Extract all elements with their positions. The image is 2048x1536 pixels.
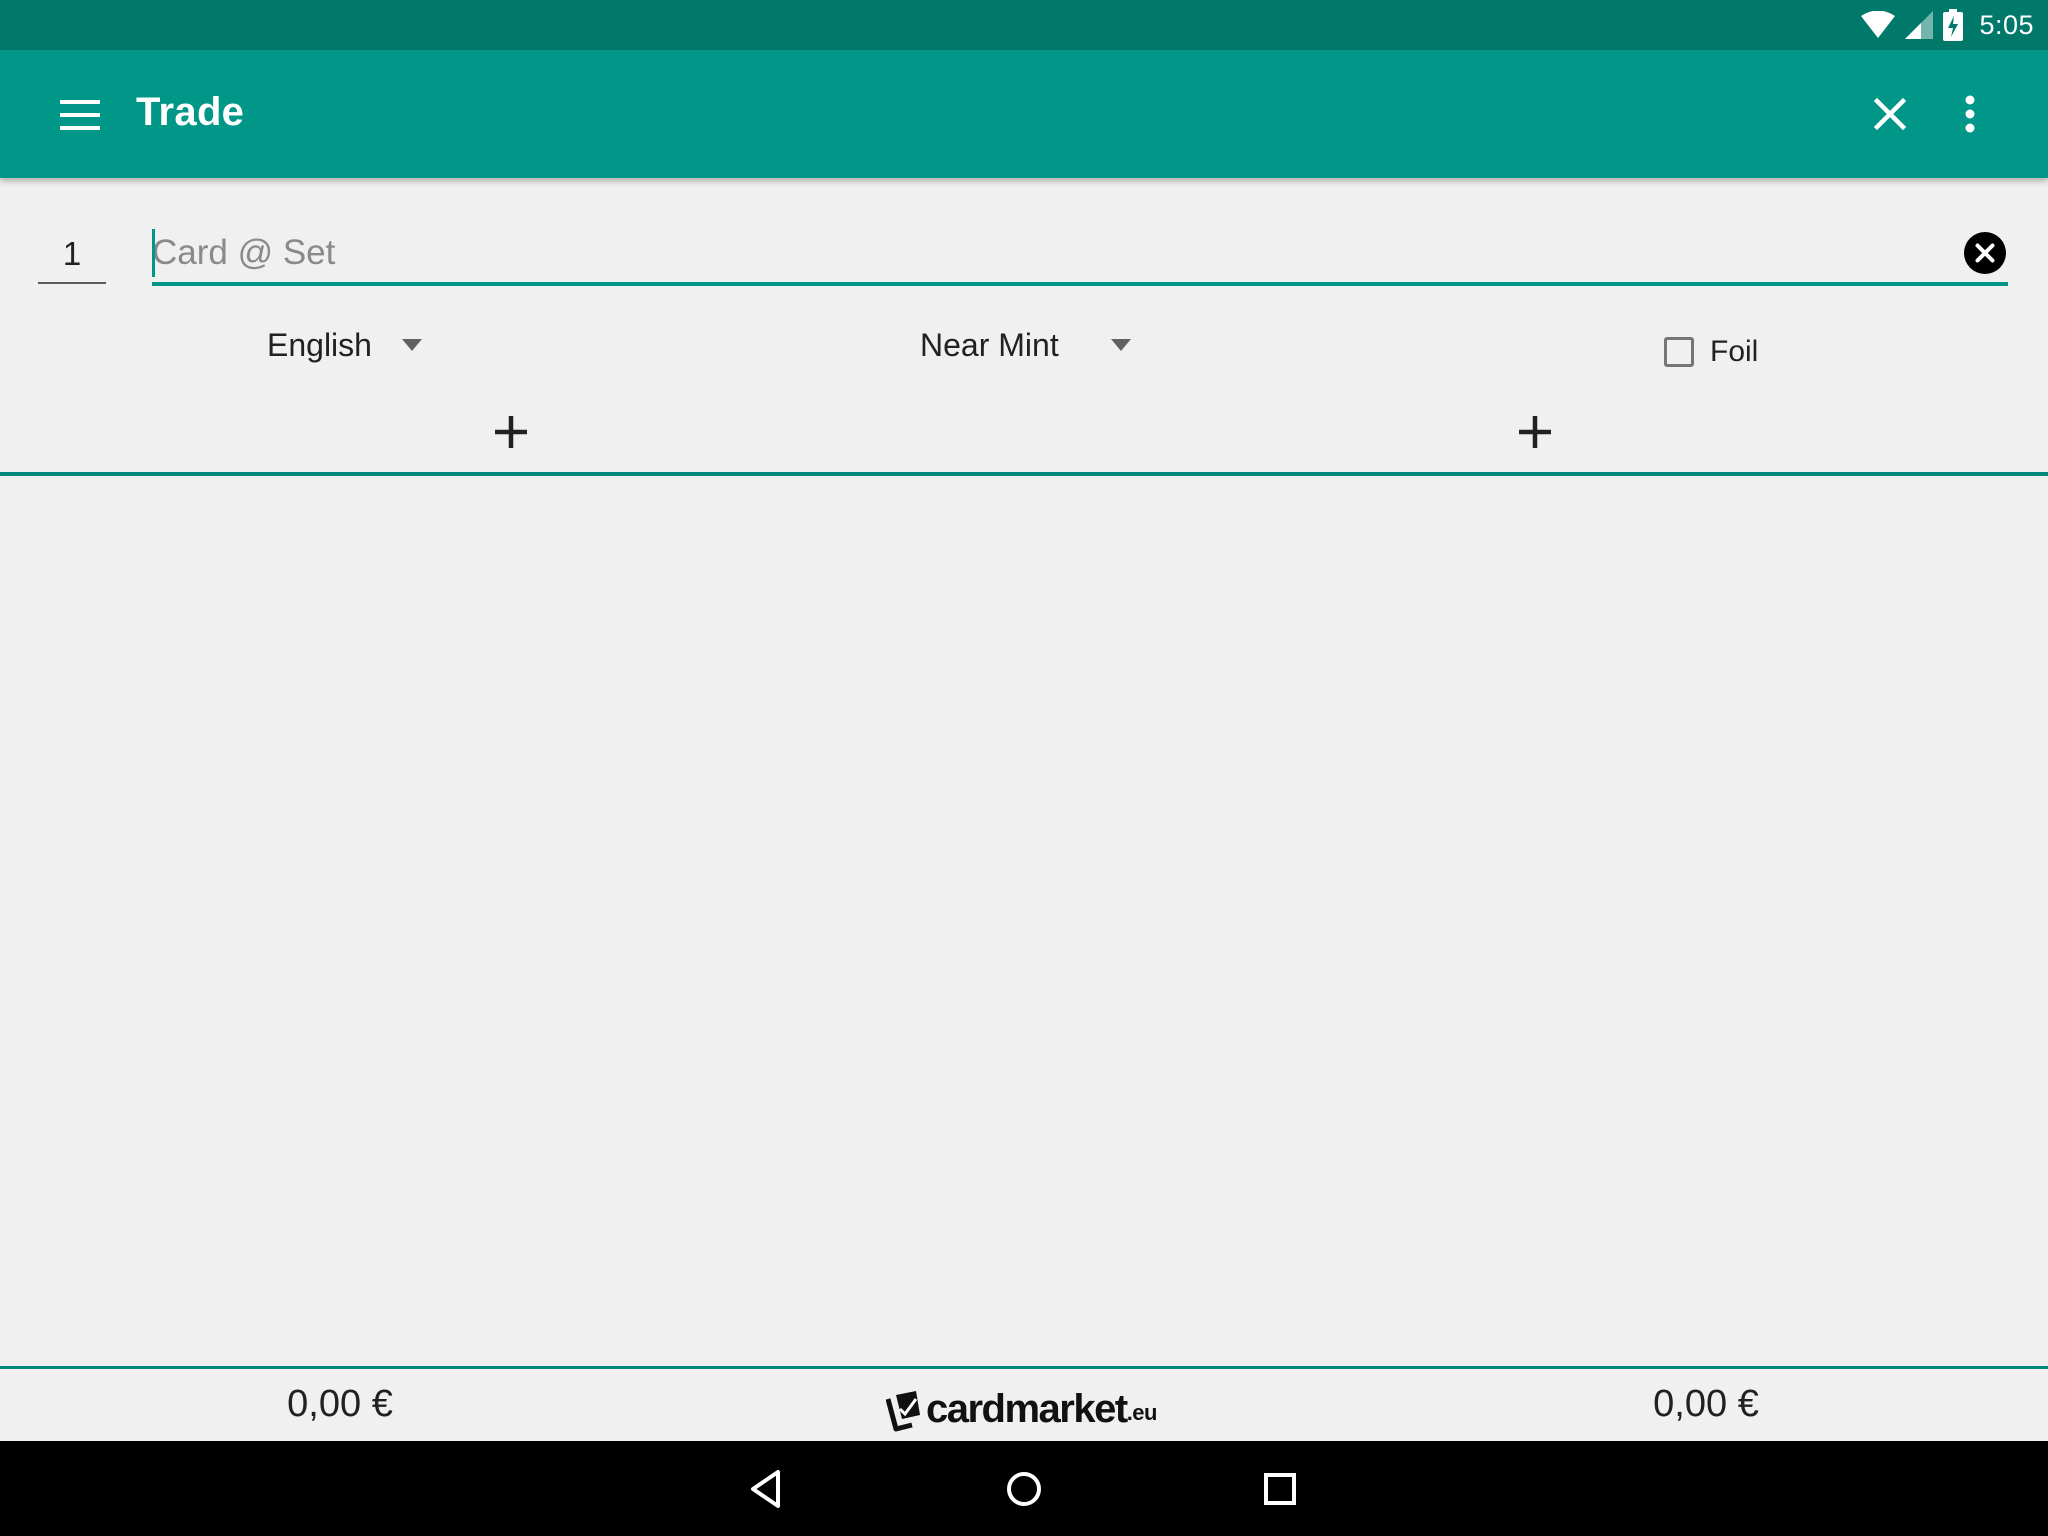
- home-circle-icon[interactable]: [998, 1463, 1050, 1515]
- card-search-field[interactable]: [152, 224, 2008, 286]
- language-value: English: [267, 326, 372, 363]
- foil-label: Foil: [1710, 335, 1759, 368]
- close-icon[interactable]: [1866, 90, 1914, 138]
- condition-dropdown[interactable]: Near Mint: [920, 320, 1131, 370]
- condition-value: Near Mint: [920, 326, 1059, 363]
- logo-text: cardmarket: [926, 1387, 1128, 1431]
- left-total: 0,00 €: [287, 1383, 393, 1425]
- app-bar: Trade: [0, 50, 2048, 178]
- back-triangle-icon[interactable]: [742, 1463, 794, 1515]
- logo-suffix: .eu: [1126, 1400, 1158, 1425]
- trade-list[interactable]: [0, 476, 2048, 1366]
- cardmarket-logo-mark-icon: [886, 1391, 920, 1432]
- page-title: Trade: [136, 90, 245, 134]
- cardmarket-logo: cardmarket .eu: [886, 1377, 1157, 1433]
- text-cursor: [152, 229, 155, 277]
- foil-checkbox-box[interactable]: [1664, 337, 1694, 367]
- more-vert-icon[interactable]: [1946, 90, 1994, 138]
- quantity-input[interactable]: 1: [38, 226, 106, 284]
- menu-icon[interactable]: [52, 92, 108, 138]
- add-right-button[interactable]: [1507, 404, 1563, 460]
- signal-icon: [1905, 11, 1934, 39]
- recents-square-icon[interactable]: [1254, 1463, 1306, 1515]
- status-time: 5:05: [1979, 9, 2034, 40]
- dropdown-arrow-icon: [1110, 339, 1131, 351]
- totals-footer: 0,00 € cardmarket .eu 0,00 €: [0, 1369, 2048, 1441]
- add-left-button[interactable]: [483, 404, 539, 460]
- foil-checkbox[interactable]: Foil: [1664, 330, 1758, 374]
- card-search-input[interactable]: [152, 224, 1932, 282]
- battery-charging-icon: [1943, 9, 1964, 41]
- navigation-bar: [0, 1441, 2048, 1536]
- status-bar: 5:05: [0, 0, 2048, 50]
- status-icons: 5:05: [1861, 8, 2034, 42]
- language-dropdown[interactable]: English: [267, 320, 422, 370]
- right-total: 0,00 €: [1653, 1383, 1759, 1425]
- clear-circle-icon[interactable]: [1964, 232, 2006, 274]
- dropdown-arrow-icon: [401, 339, 422, 351]
- wifi-icon: [1861, 11, 1896, 38]
